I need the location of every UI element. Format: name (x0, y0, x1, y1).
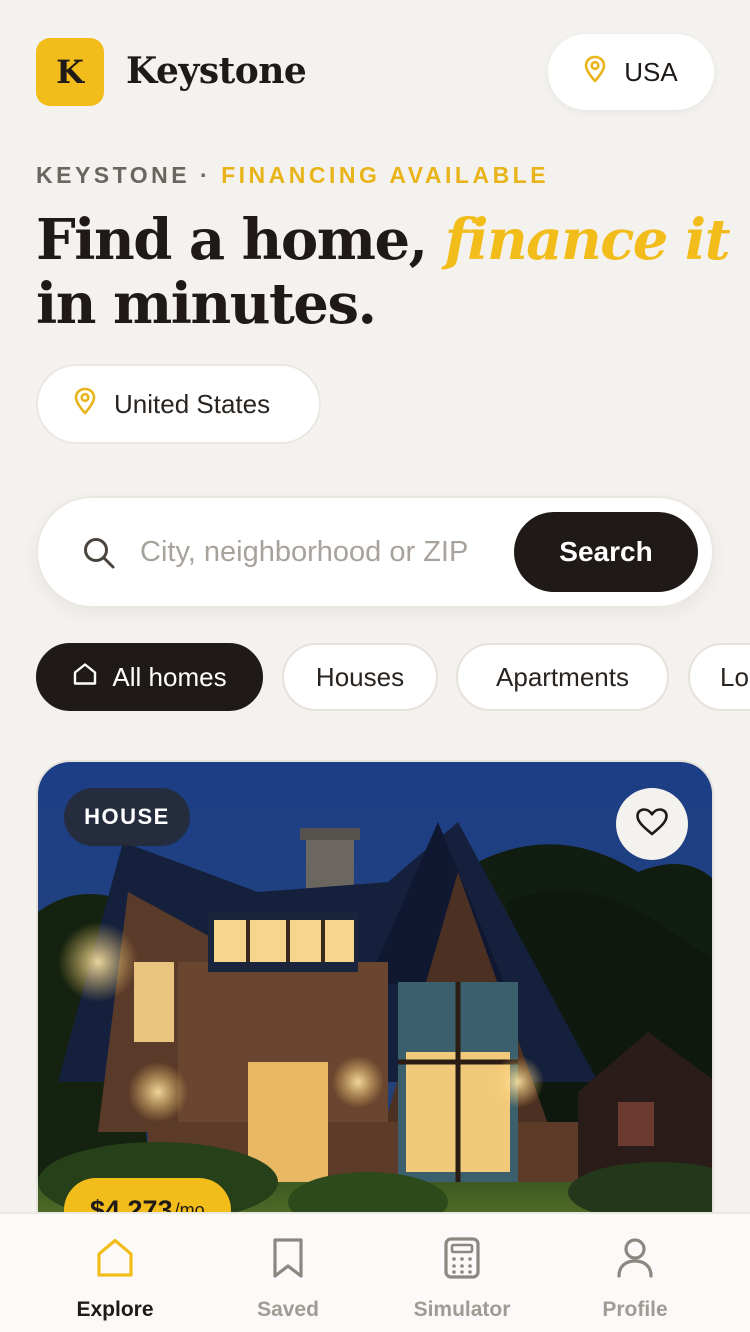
search-bar: Search (36, 496, 714, 608)
location-pin-icon (584, 55, 606, 90)
search-input[interactable] (140, 526, 492, 578)
bookmark-icon (271, 1234, 305, 1282)
nav-label: Explore (76, 1298, 154, 1321)
category-filter-row: All homes Houses Apartments Lo (36, 643, 750, 713)
category-chip-apartments[interactable]: Apartments (456, 643, 669, 711)
page-title: Find a home, finance it in minutes. (36, 208, 736, 336)
nav-item-profile[interactable]: Profile (565, 1234, 705, 1324)
headline-part1: Find a home, (36, 207, 445, 273)
favorite-button[interactable] (616, 788, 688, 860)
headline-part2: in minutes. (36, 271, 377, 337)
location-selector-button[interactable]: United States (36, 364, 321, 444)
category-chip-houses[interactable]: Houses (282, 643, 438, 711)
user-icon (615, 1234, 655, 1282)
bottom-navigation: Explore Saved Simulator Profile (0, 1212, 750, 1332)
brand-logo-letter: K (56, 53, 84, 91)
brand-logo: K (36, 38, 104, 106)
category-chip-label: Lo (720, 661, 749, 692)
listing-card[interactable]: HOUSE $4,273/mo (36, 760, 714, 1280)
brand-name: Keystone (126, 50, 307, 92)
listing-type-badge: HOUSE (64, 788, 190, 846)
country-selector-label: USA (624, 56, 678, 87)
location-selector-label: United States (114, 388, 271, 419)
nav-item-explore[interactable]: Explore (45, 1234, 185, 1324)
heart-outline-icon (635, 807, 669, 842)
nav-label: Saved (257, 1298, 319, 1321)
explore-screen: K Keystone USA KEYSTONE · FINANCING AVAI… (0, 0, 750, 1332)
nav-item-saved[interactable]: Saved (218, 1234, 358, 1324)
eyebrow-tagline: FINANCING AVAILABLE (221, 162, 550, 188)
app-header: K Keystone USA (36, 34, 714, 110)
eyebrow-brand: KEYSTONE (36, 162, 191, 188)
calculator-icon (443, 1234, 481, 1282)
category-chip-label: Apartments (496, 661, 629, 692)
nav-label: Simulator (413, 1298, 511, 1321)
category-chip-partial[interactable]: Lo (688, 643, 750, 711)
search-button[interactable]: Search (514, 512, 698, 592)
home-outline-icon (72, 662, 98, 693)
headline-accent: finance it (444, 207, 731, 273)
nav-item-simulator[interactable]: Simulator (392, 1234, 532, 1324)
eyebrow-text: KEYSTONE · FINANCING AVAILABLE (36, 162, 549, 189)
category-chip-all-homes[interactable]: All homes (36, 643, 263, 711)
search-icon (82, 536, 116, 575)
home-icon (95, 1234, 135, 1282)
eyebrow-separator: · (190, 162, 222, 188)
nav-label: Profile (602, 1298, 668, 1321)
country-selector-button[interactable]: USA (548, 34, 714, 110)
location-pin-icon (74, 387, 96, 422)
category-chip-label: Houses (315, 661, 405, 692)
category-chip-label: All homes (112, 661, 227, 692)
